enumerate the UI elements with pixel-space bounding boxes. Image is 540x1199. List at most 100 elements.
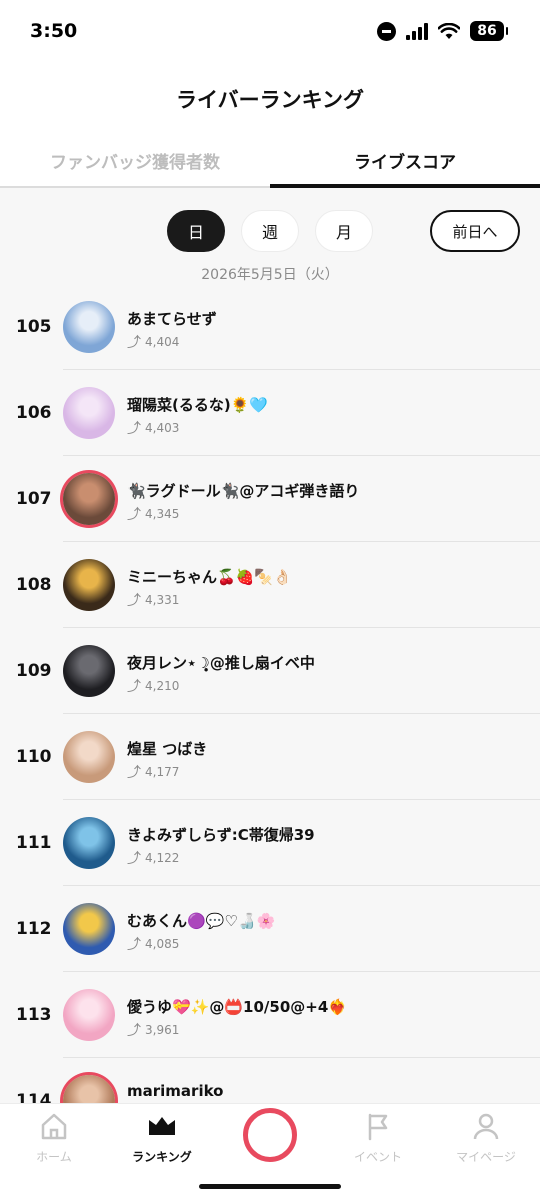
rank-number: 105	[16, 317, 52, 337]
ranking-row[interactable]: 109 夜月レン⋆☽̣̣̥@推し扇イベ中 ⤴ 4,210	[0, 628, 540, 714]
avatar[interactable]	[63, 645, 115, 697]
live-score: ⤴ 4,177	[127, 762, 179, 782]
live-score: ⤴ 4,122	[127, 848, 179, 868]
home-icon	[41, 1113, 67, 1140]
nav-event[interactable]: イベント	[324, 1110, 432, 1165]
period-day-button[interactable]: 日	[167, 210, 225, 252]
status-time: 3:50	[30, 20, 78, 42]
crown-icon	[149, 1117, 175, 1135]
live-score: ⤴ 4,404	[127, 332, 179, 352]
rank-number: 107	[16, 489, 52, 509]
go-live-button[interactable]	[243, 1108, 297, 1162]
score-icon: ⤴	[127, 1023, 141, 1039]
rank-number: 108	[16, 575, 52, 595]
ranking-row[interactable]: 105 あまてらせず ⤴ 4,404	[0, 284, 540, 370]
nav-ranking[interactable]: ランキング	[108, 1110, 216, 1165]
score-icon: ⤴	[127, 507, 141, 523]
status-bar: 3:50 86	[0, 0, 540, 66]
ranking-tabs: ファンバッジ獲得者数 ライブスコア	[0, 138, 540, 188]
nav-event-label: イベント	[353, 1150, 402, 1164]
ranking-date: 2026年5月5日（火）	[201, 267, 339, 283]
page-title: ライバーランキング	[176, 88, 364, 112]
ranking-row[interactable]: 111 きよみずしらず:C帯復帰39 ⤴ 4,122	[0, 800, 540, 886]
wifi-icon	[438, 22, 460, 39]
period-month-button[interactable]: 月	[315, 210, 373, 252]
score-icon: ⤴	[127, 421, 141, 437]
rank-number: 109	[16, 661, 52, 681]
liver-name: むあくん🟣💬♡🍶🌸	[127, 912, 276, 930]
score-icon: ⤴	[127, 335, 141, 351]
liver-name: あまてらせず	[127, 310, 217, 328]
live-score-value: 3,961	[145, 1023, 180, 1037]
rank-number: 110	[16, 747, 52, 767]
live-score-value: 4,404	[145, 335, 180, 349]
avatar[interactable]	[63, 903, 115, 955]
user-icon	[473, 1113, 499, 1140]
nav-home-label: ホーム	[36, 1150, 72, 1164]
avatar[interactable]	[63, 817, 115, 869]
liver-name: きよみずしらず:C帯復帰39	[127, 826, 315, 844]
ranking-content: 日 週 月 前日へ 2026年5月5日（火） 105 あまてらせず ⤴ 4,404 10…	[0, 188, 540, 1103]
live-score: ⤴ 4,085	[127, 934, 179, 954]
avatar[interactable]	[63, 559, 115, 611]
nav-mypage-label: マイページ	[456, 1150, 516, 1164]
ranking-row[interactable]: 110 煌星 つばき ⤴ 4,177	[0, 714, 540, 800]
rank-number: 111	[16, 833, 52, 853]
ranking-row[interactable]: 114 marimariko	[0, 1058, 540, 1103]
live-score-value: 4,331	[145, 593, 180, 607]
rank-number: 112	[16, 919, 52, 939]
ranking-row[interactable]: 113 僾うゆ💝✨@📛10/50@+4❤️‍🔥 ⤴ 3,961	[0, 972, 540, 1058]
battery-indicator: 86	[470, 21, 508, 41]
focus-mode-icon	[377, 21, 396, 41]
cellular-signal-icon	[406, 22, 428, 40]
live-score-value: 4,177	[145, 765, 180, 779]
score-icon: ⤴	[127, 937, 141, 953]
ranking-row[interactable]: 107 🐈‍⬛ラグドール🐈‍⬛@アコギ弾き語り ⤴ 4,345	[0, 456, 540, 542]
live-score: ⤴ 3,961	[127, 1020, 179, 1040]
previous-day-button[interactable]: 前日へ	[430, 210, 520, 252]
ranking-row[interactable]: 112 むあくん🟣💬♡🍶🌸 ⤴ 4,085	[0, 886, 540, 972]
liver-name: 瑠陽菜(るるな)🌻🩵	[127, 396, 269, 414]
rank-number: 113	[16, 1005, 52, 1025]
liver-name: 🐈‍⬛ラグドール🐈‍⬛@アコギ弾き語り	[127, 482, 360, 500]
home-indicator	[199, 1184, 341, 1189]
ranking-list: 105 あまてらせず ⤴ 4,404 106 瑠陽菜(るるな)🌻🩵 ⤴ 4,403 107 🐈‍⬛…	[0, 284, 540, 1103]
live-score-value: 4,345	[145, 507, 180, 521]
liver-name: 僾うゆ💝✨@📛10/50@+4❤️‍🔥	[127, 998, 347, 1016]
liver-name: 煌星 つばき	[127, 740, 208, 758]
status-icons: 86	[377, 21, 508, 41]
bottom-navigation: ホーム ランキング イベント マイページ	[0, 1103, 540, 1199]
period-week-button[interactable]: 週	[241, 210, 299, 252]
live-score: ⤴ 4,331	[127, 590, 179, 610]
live-score: ⤴ 4,345	[127, 504, 179, 524]
nav-home[interactable]: ホーム	[0, 1110, 108, 1165]
score-icon: ⤴	[127, 851, 141, 867]
tab-live-score[interactable]: ライブスコア	[270, 138, 540, 188]
avatar[interactable]	[63, 473, 115, 525]
avatar[interactable]	[63, 387, 115, 439]
avatar[interactable]	[63, 301, 115, 353]
avatar[interactable]	[63, 731, 115, 783]
live-score-value: 4,210	[145, 679, 180, 693]
rank-number: 106	[16, 403, 52, 423]
liver-name: marimariko	[127, 1082, 224, 1100]
score-icon: ⤴	[127, 679, 141, 695]
flag-icon	[368, 1113, 388, 1141]
period-selector: 日 週 月 前日へ	[0, 210, 540, 254]
avatar[interactable]	[63, 1075, 115, 1103]
avatar[interactable]	[63, 989, 115, 1041]
tab-fan-badge[interactable]: ファンバッジ獲得者数	[0, 138, 270, 186]
score-icon: ⤴	[127, 765, 141, 781]
ranking-row[interactable]: 108 ミニーちゃん🍒🍓🍢👌🏻 ⤴ 4,331	[0, 542, 540, 628]
ranking-row[interactable]: 106 瑠陽菜(るるな)🌻🩵 ⤴ 4,403	[0, 370, 540, 456]
live-score-value: 4,403	[145, 421, 180, 435]
rank-number: 114	[16, 1091, 52, 1103]
live-score: ⤴ 4,210	[127, 676, 179, 696]
nav-mypage[interactable]: マイページ	[432, 1110, 540, 1165]
live-score: ⤴ 4,403	[127, 418, 179, 438]
nav-ranking-label: ランキング	[132, 1150, 192, 1164]
live-score-value: 4,122	[145, 851, 180, 865]
live-score-value: 4,085	[145, 937, 180, 951]
liver-name: 夜月レン⋆☽̣̣̥@推し扇イベ中	[127, 654, 315, 672]
liver-name: ミニーちゃん🍒🍓🍢👌🏻	[127, 568, 292, 586]
